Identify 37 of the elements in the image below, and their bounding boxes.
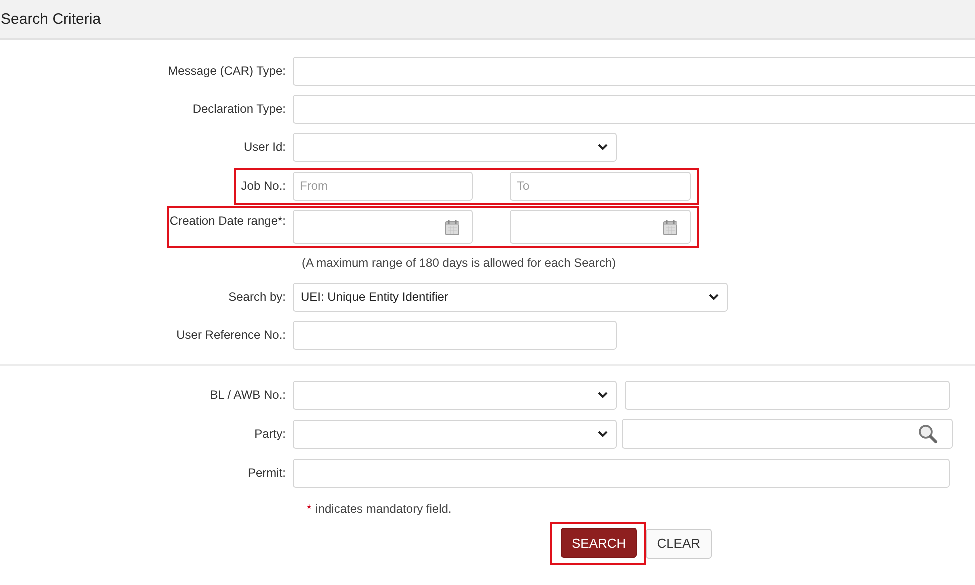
date-field[interactable]: [293, 210, 473, 244]
field-label: Permit:: [246, 466, 286, 480]
text-field[interactable]: [625, 380, 950, 410]
field-label: Declaration Type:: [192, 102, 286, 116]
chevron-down-icon: [598, 392, 608, 398]
to-field[interactable]: To: [510, 172, 691, 200]
text-field[interactable]: [293, 94, 975, 124]
dropdown[interactable]: [293, 380, 617, 410]
field-label: BL / AWB No.:: [209, 388, 286, 402]
field-label: Creation Date range*:: [169, 213, 286, 228]
chevron-down-icon: [598, 430, 608, 438]
text-field[interactable]: [293, 56, 975, 86]
search-field[interactable]: [622, 419, 953, 449]
dropdown[interactable]: UEI: Unique Entity Identifier: [293, 282, 728, 312]
search-button[interactable]: SEARCH: [561, 528, 638, 558]
panel-title: Search Criteria: [0, 10, 102, 28]
chevron-down-icon: [709, 294, 719, 300]
mandatory-note: indicates mandatory field.: [316, 502, 452, 516]
text-field[interactable]: [293, 320, 617, 350]
field-label: Message (CAR) Type:: [167, 64, 286, 78]
clear-button[interactable]: CLEAR: [646, 528, 712, 558]
from-field[interactable]: From: [293, 172, 473, 200]
calendar-icon: [445, 218, 460, 236]
required-asterisk: *: [307, 502, 312, 516]
field-label: User Reference No.:: [176, 328, 286, 342]
dropdown[interactable]: [293, 132, 617, 162]
field-label: Job No.:: [240, 179, 286, 193]
search-icon: [918, 424, 938, 444]
date-field[interactable]: [510, 210, 691, 244]
chevron-down-icon: [598, 144, 608, 150]
dropdown[interactable]: [293, 420, 617, 448]
field-label: Search by:: [228, 290, 286, 304]
calendar-icon: [663, 218, 678, 236]
field-label: Party:: [254, 427, 286, 441]
field-label: User Id:: [242, 140, 286, 154]
text-field[interactable]: [293, 458, 950, 488]
range-note: (A maximum range of 180 days is allowed for each Search): [301, 256, 616, 270]
